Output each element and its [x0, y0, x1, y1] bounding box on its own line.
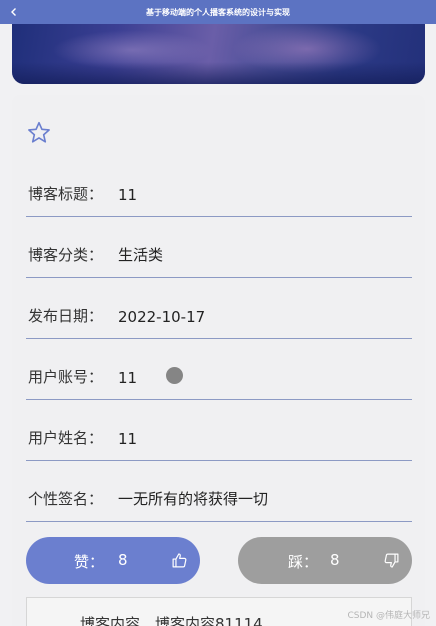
field-user-account: 用户账号： 11 [26, 340, 412, 400]
back-button[interactable] [6, 4, 22, 20]
field-value: 11 [118, 430, 138, 448]
top-bar: 基于移动端的个人播客系统的设计与实现 [0, 0, 436, 24]
thumbs-up-icon [172, 553, 187, 568]
field-value: 11 [118, 369, 138, 387]
field-signature: 个性签名： 一无所有的将获得一切 [26, 462, 412, 522]
touch-indicator [166, 367, 183, 384]
field-value: 生活类 [118, 246, 164, 264]
field-label: 用户账号： [28, 368, 104, 386]
field-label: 发布日期： [28, 307, 104, 325]
like-label: 赞： [74, 553, 105, 571]
watermark: CSDN @伟庭大师兄 [347, 611, 430, 621]
favorite-button[interactable] [26, 120, 52, 146]
content-label: 博客内容 [80, 615, 141, 626]
content-value: 博客内容81114 [155, 615, 263, 626]
like-count: 8 [118, 551, 128, 569]
field-label: 博客标题： [28, 185, 104, 203]
field-blog-category: 博客分类： 生活类 [26, 218, 412, 278]
chevron-left-icon [11, 8, 16, 16]
dislike-label: 踩： [288, 553, 319, 571]
field-value: 11 [118, 186, 138, 204]
field-blog-title: 博客标题： 11 [26, 157, 412, 217]
field-label: 个性签名： [28, 490, 104, 508]
field-value: 一无所有的将获得一切 [118, 490, 269, 508]
page-title: 基于移动端的个人播客系统的设计与实现 [146, 7, 290, 17]
dislike-button[interactable]: 踩： 8 [238, 537, 412, 584]
field-value: 2022-10-17 [118, 308, 206, 326]
field-label: 用户姓名： [28, 429, 104, 447]
blog-detail-page: 基于移动端的个人播客系统的设计与实现 博客标题： 11 博客分类： 生活类 发布… [0, 0, 436, 626]
dislike-count: 8 [330, 551, 340, 569]
banner-image [12, 24, 425, 84]
like-button[interactable]: 赞： 8 [26, 537, 200, 584]
field-label: 博客分类： [28, 246, 104, 264]
thumbs-down-icon [384, 553, 399, 568]
star-outline-icon [28, 121, 50, 143]
field-publish-date: 发布日期： 2022-10-17 [26, 279, 412, 339]
field-user-name: 用户姓名： 11 [26, 401, 412, 461]
